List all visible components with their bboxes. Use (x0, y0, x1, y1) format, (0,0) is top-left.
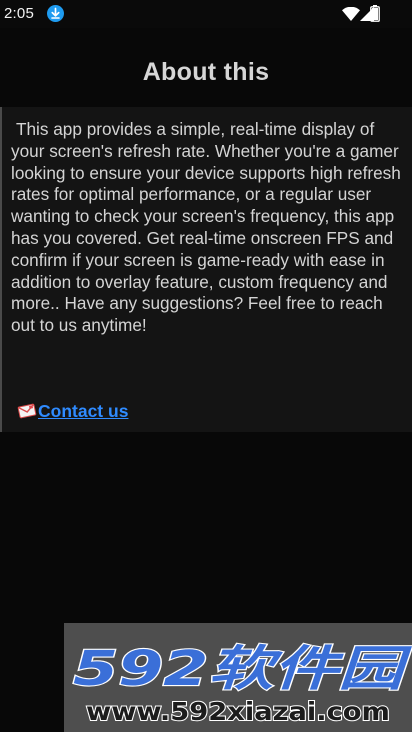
battery-icon (370, 5, 380, 27)
about-description: This app provides a simple, real-time di… (11, 119, 401, 336)
status-time: 2:05 (4, 5, 34, 22)
mail-icon (17, 403, 37, 419)
watermark-url: www.592xiazai.com (86, 697, 390, 726)
screen: 2:05 About this This app provides a simp… (0, 0, 412, 732)
download-icon (47, 5, 64, 22)
watermark-brand: 592软件园 (73, 641, 412, 697)
about-card: This app provides a simple, real-time di… (0, 107, 412, 432)
contact-us-link[interactable]: Contact us (17, 400, 128, 422)
watermark-banner: 592软件园 www.592xiazai.com (64, 623, 412, 732)
wifi-icon (342, 6, 360, 26)
status-bar: 2:05 (0, 0, 412, 28)
page-title: About this (142, 58, 270, 86)
contact-us-label[interactable]: Contact us (38, 401, 128, 422)
